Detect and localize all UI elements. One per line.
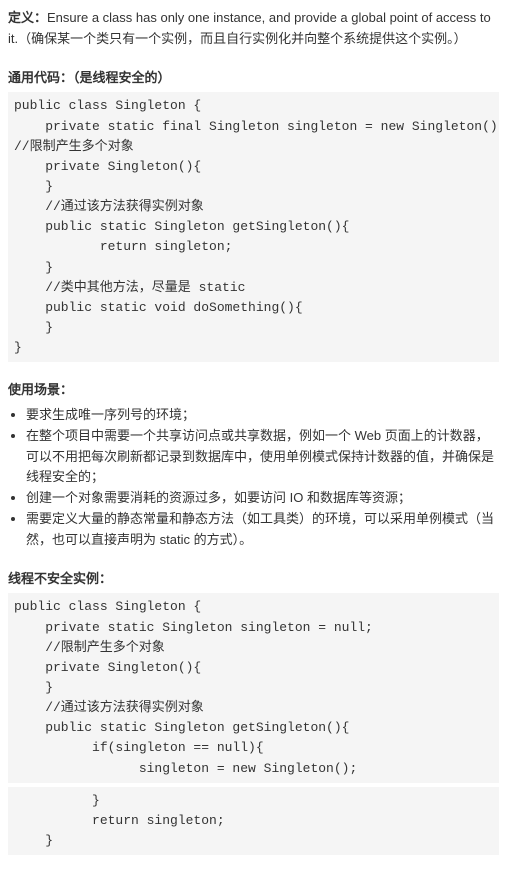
usage-item: 要求生成唯一序列号的环境； [26, 405, 499, 426]
usage-heading: 使用场景： [8, 380, 499, 401]
unsafe-code-block-1: public class Singleton { private static … [8, 593, 499, 782]
usage-item: 创建一个对象需要消耗的资源过多，如要访问 IO 和数据库等资源； [26, 488, 499, 509]
general-code-section: 通用代码：（是线程安全的） public class Singleton { p… [8, 68, 499, 363]
general-code-heading: 通用代码：（是线程安全的） [8, 68, 499, 89]
unsafe-code-block-2: } return singleton; } [8, 787, 499, 855]
definition-label: 定义： [8, 10, 47, 25]
definition-paragraph: 定义：Ensure a class has only one instance,… [8, 8, 499, 50]
usage-list: 要求生成唯一序列号的环境； 在整个项目中需要一个共享访问点或共享数据，例如一个 … [8, 405, 499, 551]
definition-section: 定义：Ensure a class has only one instance,… [8, 8, 499, 50]
general-code-block: public class Singleton { private static … [8, 92, 499, 362]
usage-item: 在整个项目中需要一个共享访问点或共享数据，例如一个 Web 页面上的计数器，可以… [26, 426, 499, 488]
usage-section: 使用场景： 要求生成唯一序列号的环境； 在整个项目中需要一个共享访问点或共享数据… [8, 380, 499, 550]
unsafe-section: 线程不安全实例： public class Singleton { privat… [8, 569, 499, 855]
definition-text: Ensure a class has only one instance, an… [8, 10, 491, 46]
usage-item: 需要定义大量的静态常量和静态方法（如工具类）的环境，可以采用单例模式（当然，也可… [26, 509, 499, 551]
unsafe-heading: 线程不安全实例： [8, 569, 499, 590]
